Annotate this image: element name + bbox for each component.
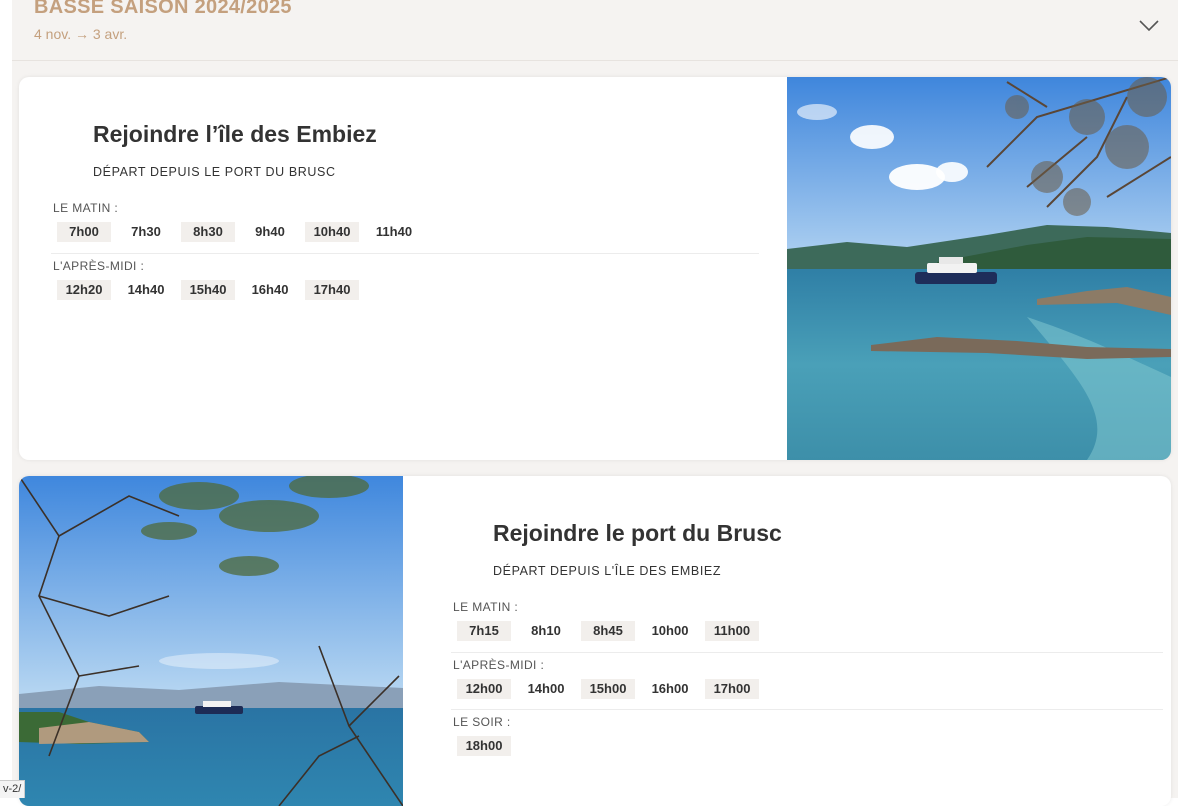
route-title: Rejoindre l’île des Embiez (93, 121, 377, 147)
departure-time: 17h00 (705, 679, 759, 699)
chevron-down-icon[interactable] (1138, 14, 1160, 36)
group-label-morning: LE MATIN : (53, 201, 119, 215)
season-dates: 4 nov. → 3 avr. (34, 26, 128, 42)
departure-time: 10h40 (305, 222, 359, 242)
departure-time: 15h00 (581, 679, 635, 699)
departure-time: 8h45 (581, 621, 635, 641)
group-divider (51, 253, 759, 254)
departure-time: 7h15 (457, 621, 511, 641)
times-afternoon: 12h20 14h40 15h40 16h40 17h40 (57, 280, 359, 300)
departure-time: 18h00 (457, 736, 511, 756)
group-label-afternoon: L'APRÈS-MIDI : (453, 658, 545, 672)
route-subtitle: DÉPART DEPUIS LE PORT DU BRUSC (93, 165, 336, 179)
embiez-coast-photo (787, 77, 1171, 460)
season-header[interactable]: BASSE SAISON 2024/2025 4 nov. → 3 avr. (12, 0, 1178, 61)
departure-time: 11h40 (375, 224, 413, 239)
departure-time: 17h40 (305, 280, 359, 300)
departure-time: 8h10 (531, 623, 561, 638)
group-label-afternoon: L'APRÈS-MIDI : (53, 259, 145, 273)
departure-time: 16h40 (251, 282, 289, 297)
departure-time: 12h20 (57, 280, 111, 300)
group-label-morning: LE MATIN : (453, 600, 519, 614)
times-evening: 18h00 (457, 736, 511, 756)
departure-time: 7h00 (57, 222, 111, 242)
season-title: BASSE SAISON 2024/2025 (34, 0, 292, 18)
times-morning: 7h15 8h10 8h45 10h00 11h00 (457, 621, 759, 641)
status-url-tooltip: v-2/ (0, 780, 26, 798)
route-title: Rejoindre le port du Brusc (493, 520, 782, 546)
group-divider (451, 709, 1163, 710)
departure-time: 16h00 (651, 681, 689, 696)
group-label-evening: LE SOIR : (453, 715, 511, 729)
group-divider (451, 652, 1163, 653)
departure-time: 11h00 (705, 621, 759, 641)
departure-time: 7h30 (131, 224, 161, 239)
departure-time: 10h00 (651, 623, 689, 638)
times-afternoon: 12h00 14h00 15h00 16h00 17h00 (457, 679, 759, 699)
brusc-coast-photo (19, 476, 403, 806)
route-card-to-embiez: Rejoindre l’île des Embiez DÉPART DEPUIS… (19, 77, 1171, 460)
route-subtitle: DÉPART DEPUIS L'ÎLE DES EMBIEZ (493, 564, 722, 578)
departure-time: 12h00 (457, 679, 511, 699)
departure-time: 14h00 (527, 681, 565, 696)
departure-time: 15h40 (181, 280, 235, 300)
times-morning: 7h00 7h30 8h30 9h40 10h40 11h40 (57, 222, 421, 242)
departure-time: 8h30 (181, 222, 235, 242)
departure-time: 14h40 (127, 282, 165, 297)
departure-time: 9h40 (255, 224, 285, 239)
route-card-to-brusc: Rejoindre le port du Brusc DÉPART DEPUIS… (19, 476, 1171, 806)
